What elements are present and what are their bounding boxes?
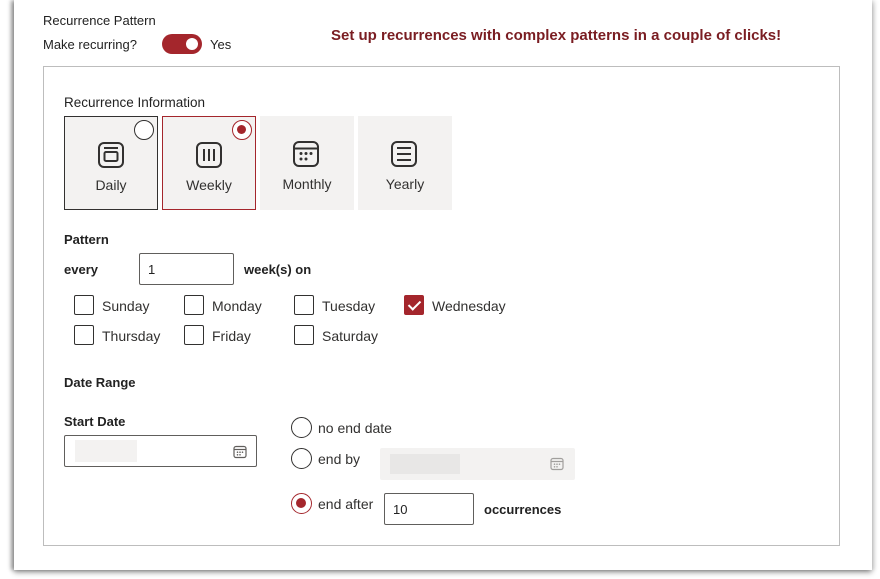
toggle-value: Yes (210, 37, 232, 52)
label-end-after: end after (318, 496, 374, 512)
label-wednesday: Wednesday (432, 298, 506, 314)
option-yearly[interactable]: Yearly (358, 116, 452, 210)
make-recurring-toggle[interactable] (162, 34, 202, 54)
monthly-icon (293, 141, 319, 167)
section-title: Recurrence Pattern (43, 13, 156, 28)
every-label: every (64, 262, 98, 277)
start-date-input[interactable] (64, 435, 257, 467)
calendar-icon-end-by[interactable] (550, 457, 564, 471)
checkbox-friday[interactable] (184, 325, 204, 345)
promo-text: Set up recurrences with complex patterns… (331, 27, 782, 44)
radio-end-after[interactable] (291, 493, 312, 514)
label-sunday: Sunday (102, 298, 150, 314)
yearly-label: Yearly (385, 176, 425, 192)
daily-label: Daily (95, 177, 127, 193)
option-weekly[interactable]: Weekly (162, 116, 256, 210)
option-daily[interactable]: Daily (64, 116, 158, 210)
checkbox-monday[interactable] (184, 295, 204, 315)
unit-label: week(s) on (244, 262, 312, 277)
daily-radio[interactable] (134, 120, 154, 140)
weekly-icon (196, 142, 222, 168)
radio-end-by[interactable] (291, 448, 312, 469)
label-end-by: end by (318, 451, 361, 467)
end-by-blurred (390, 454, 460, 474)
radio-no-end-date[interactable] (291, 417, 312, 438)
weekly-radio[interactable] (232, 120, 252, 140)
make-recurring-label: Make recurring? (43, 37, 137, 52)
occurrences-label: occurrences (484, 502, 562, 517)
calendar-icon[interactable] (233, 445, 247, 459)
weekly-label: Weekly (186, 177, 232, 193)
start-date-blurred (75, 440, 137, 462)
monthly-label: Monthly (282, 176, 332, 192)
end-by-input[interactable] (380, 448, 575, 480)
yearly-icon (391, 141, 417, 167)
every-input[interactable] (139, 253, 234, 285)
checkbox-saturday[interactable] (294, 325, 314, 345)
checkbox-sunday[interactable] (74, 295, 94, 315)
label-saturday: Saturday (322, 328, 379, 344)
label-no-end-date: no end date (318, 420, 392, 436)
daily-icon (98, 142, 124, 168)
date-range-title: Date Range (64, 375, 136, 390)
checkbox-wednesday[interactable] (404, 295, 424, 315)
occurrences-input[interactable] (384, 493, 474, 525)
recurrence-info-title: Recurrence Information (64, 95, 206, 110)
checkbox-tuesday[interactable] (294, 295, 314, 315)
label-thursday: Thursday (102, 328, 161, 344)
option-monthly[interactable]: Monthly (260, 116, 354, 210)
label-friday: Friday (212, 328, 251, 344)
label-tuesday: Tuesday (322, 298, 376, 314)
pattern-title: Pattern (64, 232, 109, 247)
toggle-knob (186, 38, 198, 50)
start-date-label: Start Date (64, 414, 126, 429)
label-monday: Monday (212, 298, 262, 314)
checkbox-thursday[interactable] (74, 325, 94, 345)
